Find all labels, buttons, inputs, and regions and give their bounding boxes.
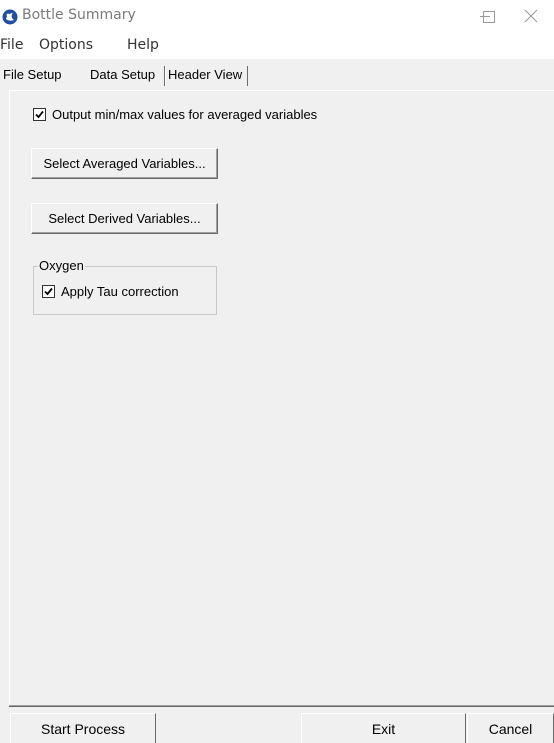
maximize-icon	[483, 11, 495, 23]
title-bar[interactable]: Bottle Summary	[0, 0, 554, 32]
tab-header-view[interactable]: Header View	[168, 67, 242, 82]
select-averaged-variables-button[interactable]: Select Averaged Variables...	[31, 148, 218, 179]
oxygen-group-title: Oxygen	[38, 258, 85, 273]
tab-file-setup[interactable]: File Setup	[3, 67, 62, 82]
close-button[interactable]	[508, 0, 554, 32]
data-setup-panel	[9, 90, 554, 706]
exit-button[interactable]: Exit	[301, 713, 466, 743]
menu-bar: File Options Help	[0, 32, 554, 59]
minmax-checkbox-label: Output min/max values for averaged varia…	[52, 107, 318, 122]
close-icon	[524, 9, 538, 23]
window-title: Bottle Summary	[22, 7, 136, 23]
check-icon	[44, 287, 53, 296]
tau-correction-checkbox[interactable]	[42, 285, 55, 298]
minmax-checkbox[interactable]	[33, 108, 46, 121]
tab-divider	[247, 66, 248, 86]
tab-divider-highlight	[165, 66, 166, 86]
menu-options[interactable]: Options	[39, 37, 93, 53]
select-derived-variables-button[interactable]: Select Derived Variables...	[31, 203, 218, 234]
check-icon	[35, 110, 44, 119]
tau-correction-label: Apply Tau correction	[61, 284, 179, 299]
cancel-button[interactable]: Cancel	[467, 713, 554, 743]
app-window: Bottle Summary File Options Help File Se…	[0, 0, 554, 743]
seabird-logo-icon	[2, 9, 18, 25]
menu-file[interactable]: File	[0, 37, 23, 53]
menu-help[interactable]: Help	[127, 37, 159, 53]
start-process-button[interactable]: Start Process	[10, 713, 156, 743]
maximize-button-icon-wrap[interactable]	[466, 0, 512, 32]
tab-strip: File Setup Data Setup Header View	[0, 59, 554, 91]
tab-data-setup[interactable]: Data Setup	[90, 67, 155, 82]
